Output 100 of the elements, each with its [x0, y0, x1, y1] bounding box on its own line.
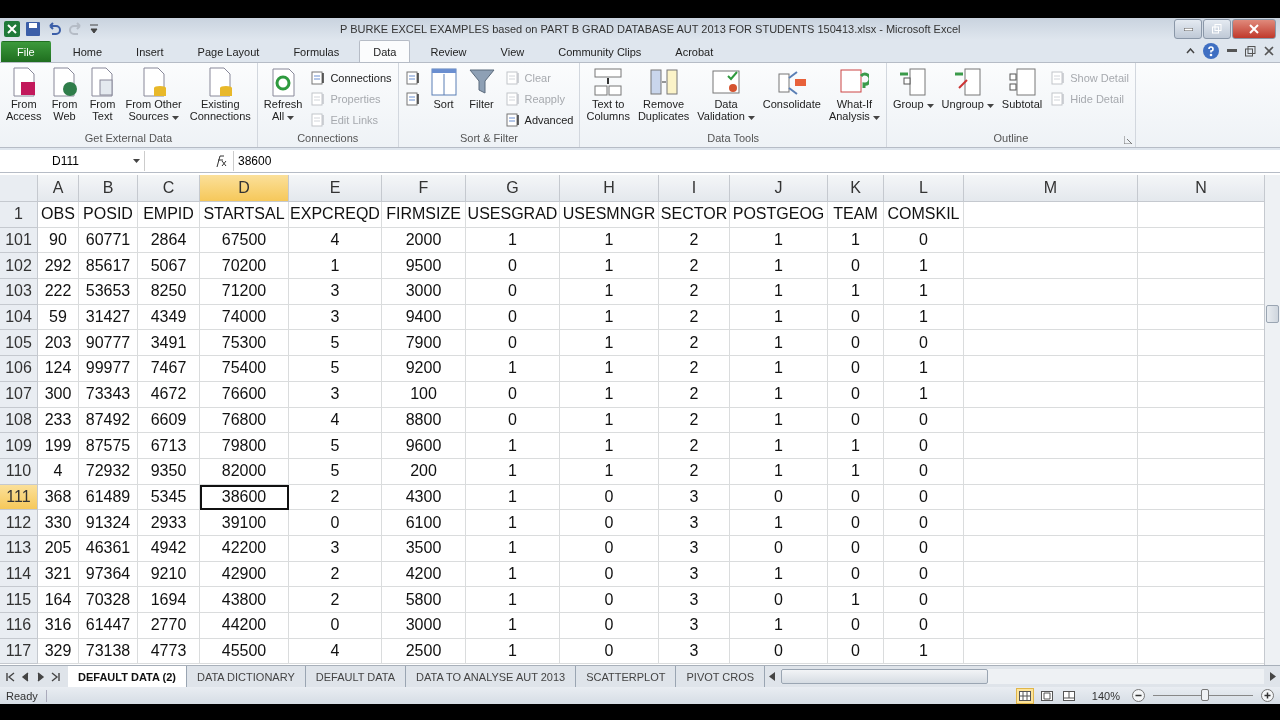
dialog-launcher-icon[interactable]	[1123, 136, 1132, 144]
ribbon-button[interactable]: Text to Columns	[583, 66, 633, 132]
ribbon-tab[interactable]: Community Clips	[544, 41, 656, 62]
ribbon-button[interactable]: Subtotal	[998, 66, 1046, 132]
table-cell: 3	[659, 613, 730, 639]
row-header[interactable]: 104	[0, 304, 38, 331]
table-cell: 90777	[79, 330, 138, 357]
customize-toolbar-icon[interactable]	[90, 24, 98, 34]
row-header[interactable]: 102	[0, 253, 38, 280]
ribbon-tab[interactable]: Home	[58, 41, 117, 62]
column-header[interactable]: J	[730, 175, 828, 202]
undo-icon[interactable]	[46, 22, 62, 36]
zoom-out-icon[interactable]	[1132, 689, 1145, 702]
ribbon-button[interactable]: Group	[889, 66, 937, 132]
ribbon-button[interactable]: Filter	[463, 66, 500, 132]
table-cell: 9350	[138, 458, 200, 485]
vertical-scrollbar[interactable]	[1264, 175, 1280, 665]
column-header[interactable]: N	[1138, 175, 1264, 202]
table-cell: 330	[38, 510, 79, 536]
row-header[interactable]: 113	[0, 535, 38, 562]
row-header[interactable]: 107	[0, 381, 38, 408]
ribbon-small-button[interactable]: Advanced	[504, 110, 574, 129]
zoom-level[interactable]: 140%	[1091, 689, 1120, 702]
ribbon-button[interactable]: Consolidate	[759, 66, 824, 132]
zoom-in-icon[interactable]	[1261, 689, 1274, 702]
ribbon-button[interactable]: Sort	[425, 66, 462, 132]
ribbon-button[interactable]: Ungroup	[938, 66, 997, 132]
ribbon-tab[interactable]: View	[486, 41, 539, 62]
sheet-nav-icon[interactable]	[36, 671, 45, 682]
ribbon-tab[interactable]: Page Layout	[183, 41, 274, 62]
function-icon[interactable]	[213, 155, 227, 167]
ribbon-button[interactable]: From Other Sources	[122, 66, 185, 132]
sheet-nav-icon[interactable]	[21, 671, 30, 682]
column-header[interactable]: A	[38, 175, 79, 202]
table-cell: 1	[560, 253, 659, 280]
column-header[interactable]: D	[200, 175, 289, 202]
row-header[interactable]: 106	[0, 356, 38, 382]
ribbon-button[interactable]: Remove Duplicates	[634, 66, 693, 132]
ribbon-tab[interactable]: Data	[359, 40, 411, 62]
close-button[interactable]	[1232, 19, 1276, 39]
file-tab[interactable]: File	[1, 41, 51, 62]
row-header[interactable]: 103	[0, 279, 38, 305]
zoom-slider-thumb[interactable]	[1201, 688, 1209, 701]
column-header[interactable]: C	[138, 175, 200, 202]
column-header[interactable]: F	[382, 175, 466, 202]
ribbon-tab[interactable]: Review	[416, 41, 481, 62]
formula-input[interactable]: 38600	[233, 151, 1280, 171]
ribbon-button[interactable]: From Web	[46, 66, 83, 132]
ribbon-small-button[interactable]: Connections	[310, 68, 392, 87]
restore-button[interactable]	[1203, 19, 1231, 39]
ribbon-button[interactable]: From Access	[3, 66, 45, 132]
sheet-nav-icon[interactable]	[6, 671, 15, 682]
view-button[interactable]	[1015, 687, 1034, 704]
row-header[interactable]: 1	[0, 202, 38, 228]
column-header[interactable]: K	[828, 175, 884, 202]
ribbon-tab[interactable]: Formulas	[279, 41, 354, 62]
row-header[interactable]: 112	[0, 510, 38, 536]
column-header[interactable]: E	[289, 175, 382, 202]
table-cell: 3000	[382, 613, 466, 639]
table-cell: 60771	[79, 227, 138, 254]
column-header[interactable]: L	[884, 175, 964, 202]
scroll-right-icon[interactable]	[1270, 672, 1276, 681]
column-header[interactable]: B	[79, 175, 138, 202]
ribbon-button[interactable]: From Text	[84, 66, 121, 132]
sheet-tab[interactable]: DEFAULT DATA (2)	[68, 666, 187, 687]
row-header[interactable]: 117	[0, 638, 38, 665]
ribbon-tab[interactable]: Insert	[122, 41, 178, 62]
ribbon-button[interactable]: Data Validation	[694, 66, 758, 132]
sheet-nav-icon[interactable]	[51, 671, 60, 682]
column-header[interactable]: G	[466, 175, 560, 202]
row-header[interactable]: 105	[0, 330, 38, 357]
ribbon-button[interactable]: What-If Analysis	[825, 66, 883, 132]
row-header[interactable]: 108	[0, 407, 38, 434]
row-header[interactable]: 116	[0, 613, 38, 639]
help-icon[interactable]	[1203, 43, 1219, 59]
row-header[interactable]: 101	[0, 227, 38, 254]
table-cell: 39100	[200, 510, 289, 536]
name-box[interactable]: D111	[0, 151, 145, 171]
minimize-icon[interactable]	[1227, 49, 1237, 53]
table-cell: TEAM	[828, 202, 884, 228]
save-icon[interactable]	[26, 22, 40, 36]
row-header[interactable]: 115	[0, 587, 38, 613]
row-header[interactable]: 114	[0, 561, 38, 588]
row-header[interactable]: 111	[0, 484, 38, 511]
scroll-left-icon[interactable]	[769, 672, 776, 681]
row-header[interactable]: 110	[0, 458, 38, 485]
ribbon-button[interactable]: Refresh All	[260, 66, 306, 132]
ribbon-tab[interactable]: Acrobat	[661, 41, 728, 62]
horizontal-scrollbar[interactable]	[781, 669, 1264, 684]
column-header[interactable]: H	[560, 175, 659, 202]
collapse-ribbon-icon[interactable]	[1186, 48, 1195, 54]
restore-icon[interactable]	[1245, 45, 1256, 57]
table-cell: 1	[884, 279, 964, 305]
close-icon[interactable]	[1264, 46, 1274, 56]
column-header[interactable]: M	[964, 175, 1138, 202]
ribbon-button[interactable]: Existing Connections	[186, 66, 254, 132]
row-header[interactable]: 109	[0, 433, 38, 459]
table-cell: 99977	[79, 356, 138, 382]
table-cell: 9200	[382, 356, 466, 382]
column-header[interactable]: I	[659, 175, 730, 202]
